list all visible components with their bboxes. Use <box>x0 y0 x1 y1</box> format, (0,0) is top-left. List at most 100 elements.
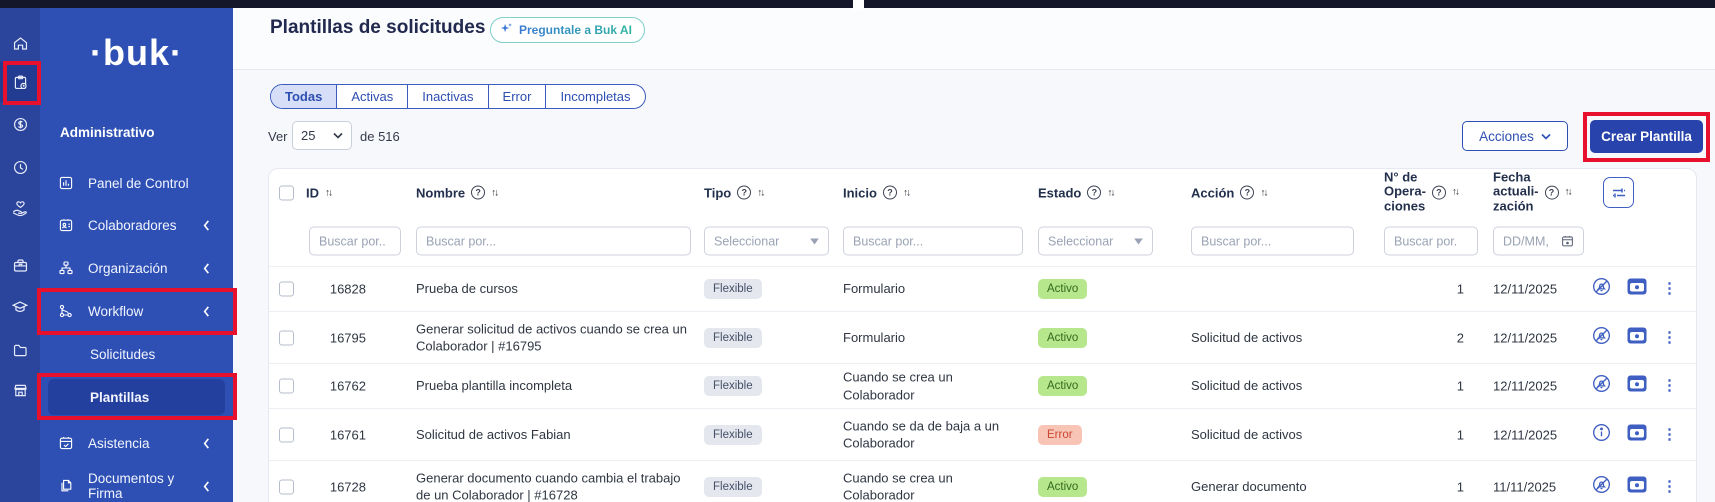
rail-files-icon[interactable] <box>0 330 40 370</box>
sidebar-item-panel-de-control[interactable]: Panel de Control <box>48 165 225 201</box>
sidebar-item-organizacion[interactable]: Organización <box>48 250 225 286</box>
sort-icon[interactable]: ↑↓ <box>491 187 497 198</box>
row-checkbox[interactable] <box>279 282 294 297</box>
rail-benefits-icon[interactable] <box>0 245 40 285</box>
notifications-off-icon[interactable] <box>1591 373 1612 399</box>
sidebar-item-solicitudes[interactable]: Solicitudes <box>48 336 225 372</box>
filter-fecha-datepicker[interactable]: DD/MM, <box>1493 227 1584 256</box>
rail-time-icon[interactable] <box>0 147 40 187</box>
help-icon[interactable]: ? <box>883 186 897 200</box>
column-header-estado[interactable]: Estado?↑↓ <box>1038 185 1113 200</box>
sidebar-item-plantillas[interactable]: Plantillas <box>48 379 225 415</box>
sort-icon[interactable]: ↑↓ <box>325 187 331 198</box>
preview-screen-icon[interactable] <box>1627 424 1647 446</box>
documents-icon <box>58 478 74 494</box>
table-row[interactable]: 16828 Prueba de cursos Flexible Formular… <box>269 266 1696 311</box>
row-checkbox[interactable] <box>279 330 294 345</box>
page-size-value: 25 <box>301 128 315 143</box>
rail-wellbeing-icon[interactable] <box>0 188 40 228</box>
kebab-menu-icon[interactable]: ⋮ <box>1662 284 1677 294</box>
table-row[interactable]: 16728 Generar documento cuando cambia el… <box>269 460 1696 502</box>
kebab-menu-icon[interactable]: ⋮ <box>1662 482 1677 492</box>
column-header-id[interactable]: ID↑↓ <box>306 185 331 200</box>
help-icon[interactable]: ? <box>1545 186 1559 200</box>
sort-icon[interactable]: ↑↓ <box>757 187 763 198</box>
sidebar-item-documentos-y-firma[interactable]: Documentos y Firma <box>48 468 225 502</box>
notifications-off-icon[interactable] <box>1591 325 1612 351</box>
ask-buk-ai-button[interactable]: Preguntale a Buk AI <box>490 17 645 43</box>
preview-screen-icon[interactable] <box>1627 327 1647 349</box>
sort-icon[interactable]: ↑↓ <box>1452 187 1458 198</box>
sort-icon[interactable]: ↑↓ <box>1260 187 1266 198</box>
buk-app-window: ·buk· Administrativo Panel de Control Co… <box>0 0 1715 502</box>
sidebar-item-colaboradores[interactable]: Colaboradores <box>48 207 225 243</box>
top-window-strip <box>0 0 1715 8</box>
filter-operaciones-input[interactable] <box>1384 227 1478 256</box>
column-header-nombre[interactable]: Nombre?↑↓ <box>416 185 497 200</box>
sort-icon[interactable]: ↑↓ <box>903 187 909 198</box>
sidebar-item-workflow[interactable]: Workflow <box>48 293 225 329</box>
preview-screen-icon[interactable] <box>1627 476 1647 498</box>
estado-badge: Activo <box>1038 376 1087 396</box>
info-icon[interactable] <box>1591 422 1612 448</box>
acciones-button[interactable]: Acciones <box>1462 121 1568 151</box>
dashboard-icon <box>58 175 74 191</box>
kebab-menu-icon[interactable]: ⋮ <box>1662 333 1677 343</box>
column-header-inicio[interactable]: Inicio?↑↓ <box>843 185 909 200</box>
cell-id: 16761 <box>306 427 366 442</box>
sort-icon[interactable]: ↑↓ <box>1565 187 1571 198</box>
kebab-menu-icon[interactable]: ⋮ <box>1662 381 1677 391</box>
table-row[interactable]: 16761 Solicitud de activos Fabian Flexib… <box>269 408 1696 460</box>
tab-activas[interactable]: Activas <box>337 85 408 108</box>
select-all-checkbox[interactable] <box>279 185 294 200</box>
table-filter-row: Seleccionar Seleccionar DD/MM, <box>269 216 1696 266</box>
rail-home-icon[interactable] <box>0 23 40 63</box>
tab-error[interactable]: Error <box>489 85 547 108</box>
sidebar-item-label: Panel de Control <box>88 176 189 191</box>
tab-incompletas[interactable]: Incompletas <box>546 85 644 108</box>
cell-nombre: Generar documento cuando cambia el traba… <box>416 469 691 502</box>
help-icon[interactable]: ? <box>1432 186 1446 200</box>
help-icon[interactable]: ? <box>1087 186 1101 200</box>
help-icon[interactable]: ? <box>471 186 485 200</box>
sidebar-item-label: Solicitudes <box>90 347 155 362</box>
table-row[interactable]: 16795 Generar solicitud de activos cuand… <box>269 311 1696 363</box>
preview-screen-icon[interactable] <box>1627 375 1647 397</box>
help-icon[interactable]: ? <box>737 186 751 200</box>
tab-inactivas[interactable]: Inactivas <box>408 85 488 108</box>
row-checkbox[interactable] <box>279 479 294 494</box>
column-header-accion[interactable]: Acción?↑↓ <box>1191 185 1266 200</box>
filter-inicio-input[interactable] <box>843 227 1023 256</box>
crear-plantilla-button[interactable]: Crear Plantilla <box>1590 120 1703 153</box>
column-header-operaciones[interactable]: N° de Opera- ciones ?↑↓ <box>1384 170 1458 215</box>
rail-requests-icon[interactable] <box>0 62 40 102</box>
column-header-tipo[interactable]: Tipo?↑↓ <box>704 185 763 200</box>
filter-estado-select[interactable]: Seleccionar <box>1038 227 1153 256</box>
rail-marketplace-icon[interactable] <box>0 370 40 410</box>
column-header-fecha[interactable]: Fecha actuali- zación ?↑↓ <box>1493 170 1571 215</box>
filter-id-input[interactable] <box>309 227 401 256</box>
buk-logo: ·buk· <box>40 32 233 74</box>
filter-tipo-select[interactable]: Seleccionar <box>704 227 829 256</box>
filter-accion-input[interactable] <box>1191 227 1354 256</box>
row-checkbox[interactable] <box>279 379 294 394</box>
cursor-notch <box>853 0 864 10</box>
preview-screen-icon[interactable] <box>1627 278 1647 300</box>
notifications-off-icon[interactable] <box>1591 474 1612 500</box>
cell-fecha: 12/11/2025 <box>1493 427 1584 442</box>
kebab-menu-icon[interactable]: ⋮ <box>1662 430 1677 440</box>
column-settings-button[interactable] <box>1603 177 1634 208</box>
tab-todas[interactable]: Todas <box>271 85 337 108</box>
sidebar-section-label: Administrativo <box>60 125 155 140</box>
sidebar-item-asistencia[interactable]: Asistencia <box>48 425 225 461</box>
filter-nombre-input[interactable] <box>416 227 691 256</box>
sidebar-item-label: Workflow <box>88 304 143 319</box>
rail-remunerations-icon[interactable] <box>0 104 40 144</box>
sort-icon[interactable]: ↑↓ <box>1107 187 1113 198</box>
page-size-select[interactable]: 25 <box>292 121 352 150</box>
row-checkbox[interactable] <box>279 427 294 442</box>
help-icon[interactable]: ? <box>1240 186 1254 200</box>
table-row[interactable]: 16762 Prueba plantilla incompleta Flexib… <box>269 363 1696 408</box>
notifications-off-icon[interactable] <box>1591 276 1612 302</box>
rail-education-icon[interactable] <box>0 287 40 327</box>
